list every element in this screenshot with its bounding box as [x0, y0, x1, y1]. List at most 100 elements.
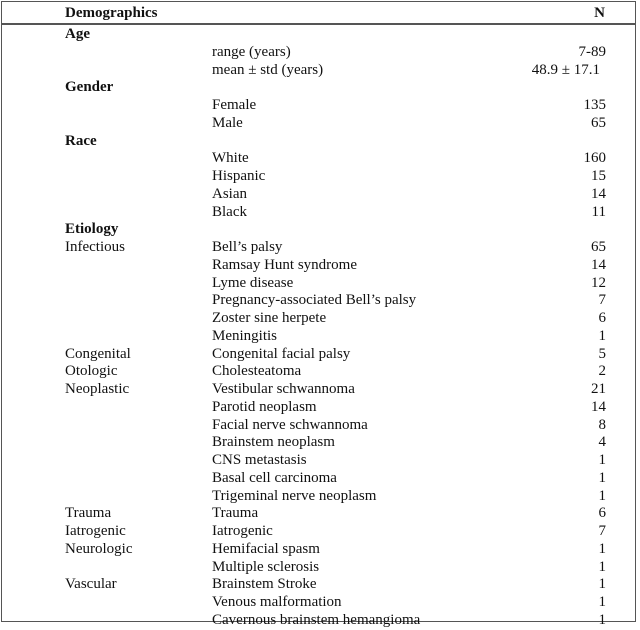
- item-label: Parotid neoplasm: [212, 398, 317, 415]
- count-value: 12: [591, 274, 606, 291]
- table-row: Parotid neoplasm 14: [2, 399, 635, 417]
- count-value: 6: [598, 310, 607, 326]
- table-row: CNS metastasis 1: [2, 452, 635, 470]
- item-label: Cholesteatoma: [212, 363, 302, 380]
- table-header: Demographics N: [2, 2, 635, 25]
- item-label: Brainstem neoplasm: [212, 434, 335, 451]
- count-value: 65: [591, 239, 606, 255]
- count-value: 14: [591, 256, 606, 273]
- item-label: Iatrogenic: [212, 523, 273, 539]
- table-row: Cavernous brainstem hemangioma 1: [2, 612, 635, 630]
- count-value: 1: [598, 540, 607, 557]
- item-label: Brainstem Stroke: [212, 576, 317, 593]
- section-heading: Gender: [65, 79, 114, 96]
- group-label: Congenital: [65, 345, 131, 362]
- count-value: 160: [583, 150, 607, 167]
- item-label: Trauma: [212, 505, 259, 522]
- table-row: White 160: [2, 150, 635, 168]
- table-row: Venous malformation 1: [2, 594, 635, 612]
- item-label: Meningitis: [212, 327, 278, 344]
- count-value: 1: [598, 594, 607, 610]
- count-value: 1: [598, 469, 607, 486]
- item-label: Male: [212, 114, 243, 131]
- table-row: Vascular Brainstem Stroke 1: [2, 576, 635, 594]
- count-value: 7: [598, 292, 607, 309]
- table-row: Male 65: [2, 115, 635, 133]
- table-row: Infectious Bell’s palsy 65: [2, 239, 635, 257]
- section-heading: Age: [65, 26, 90, 42]
- item-label: Hispanic: [212, 168, 266, 184]
- table-row: Neurologic Hemifacial spasm 1: [2, 541, 635, 559]
- group-label: Vascular: [65, 576, 117, 593]
- count-value: 1: [598, 558, 607, 575]
- count-value: 135: [583, 97, 607, 113]
- count-value: 1: [598, 611, 607, 628]
- demographics-table: Demographics N Age range (years) 7-89 mean …: [1, 1, 636, 628]
- group-label: Infectious: [65, 239, 125, 255]
- table-row: Basal cell carcinoma 1: [2, 470, 635, 488]
- table-row: Brainstem neoplasm 4: [2, 434, 635, 452]
- item-label: Bell’s palsy: [212, 239, 283, 255]
- table-row: mean ± std (years) 48.9 ± 17.1: [2, 62, 635, 80]
- count-value: 1: [598, 327, 607, 344]
- item-label: Basal cell carcinoma: [212, 469, 337, 486]
- count-value: 1: [598, 452, 607, 468]
- item-label: Lyme disease: [212, 274, 294, 291]
- count-value: 65: [591, 114, 606, 131]
- table-row: Meningitis 1: [2, 328, 635, 346]
- count-value: 14: [591, 398, 606, 415]
- group-label: Trauma: [65, 505, 112, 522]
- table-row: Iatrogenic Iatrogenic 7: [2, 523, 635, 541]
- item-label: mean ± std (years): [212, 61, 324, 78]
- table-row: Trauma Trauma 6: [2, 505, 635, 523]
- item-label: Asian: [212, 185, 247, 202]
- count-value: 8: [598, 416, 607, 433]
- table-body: Age range (years) 7-89 mean ± std (years) 48…: [2, 26, 635, 630]
- item-label: Cavernous brainstem hemangioma: [212, 611, 421, 628]
- count-value: 6: [598, 505, 607, 522]
- count-value: 2: [598, 363, 607, 380]
- count-value: 1: [598, 487, 607, 504]
- table-row: Facial nerve schwannoma 8: [2, 417, 635, 435]
- group-label: Otologic: [65, 363, 118, 380]
- table-row: Congenital Congenital facial palsy 5: [2, 346, 635, 364]
- item-label: Zoster sine herpete: [212, 310, 327, 326]
- item-label: White: [212, 150, 249, 167]
- section-heading: Etiology: [65, 221, 119, 238]
- group-label: Iatrogenic: [65, 523, 126, 539]
- item-label: Female: [212, 97, 257, 113]
- table-row: Pregnancy-associated Bell’s palsy 7: [2, 292, 635, 310]
- table-row: Hispanic 15: [2, 168, 635, 186]
- table-row: Asian 14: [2, 186, 635, 204]
- item-label: Black: [212, 203, 247, 220]
- item-label: Ramsay Hunt syndrome: [212, 256, 357, 273]
- table-row: range (years) 7-89: [2, 44, 635, 62]
- table-row: Gender: [2, 79, 635, 97]
- count-value: 21: [591, 381, 606, 397]
- table-row: Ramsay Hunt syndrome 14: [2, 257, 635, 275]
- count-value: 5: [598, 345, 607, 362]
- count-value: 7-89: [578, 43, 607, 60]
- header-n: N: [594, 5, 605, 21]
- table-row: Female 135: [2, 97, 635, 115]
- table-row: Trigeminal nerve neoplasm 1: [2, 488, 635, 506]
- count-value: 7: [598, 523, 607, 539]
- item-label: range (years): [212, 43, 291, 60]
- item-label: Multiple sclerosis: [212, 558, 320, 575]
- table-row: Etiology: [2, 221, 635, 239]
- table-row: Black 11: [2, 204, 635, 222]
- count-value: 15: [591, 168, 606, 184]
- item-label: Hemifacial spasm: [212, 540, 320, 557]
- table-row: Race: [2, 133, 635, 151]
- count-value: 1: [598, 576, 607, 593]
- item-label: CNS metastasis: [212, 452, 307, 468]
- group-label: Neoplastic: [65, 381, 130, 397]
- item-label: Congenital facial palsy: [212, 345, 351, 362]
- table-row: Multiple sclerosis 1: [2, 559, 635, 577]
- count-value: 11: [591, 203, 606, 220]
- table-row: Age: [2, 26, 635, 44]
- count-value: 14: [591, 185, 606, 202]
- table-row: Otologic Cholesteatoma 2: [2, 363, 635, 381]
- item-label: Pregnancy-associated Bell’s palsy: [212, 292, 417, 309]
- table-row: Zoster sine herpete 6: [2, 310, 635, 328]
